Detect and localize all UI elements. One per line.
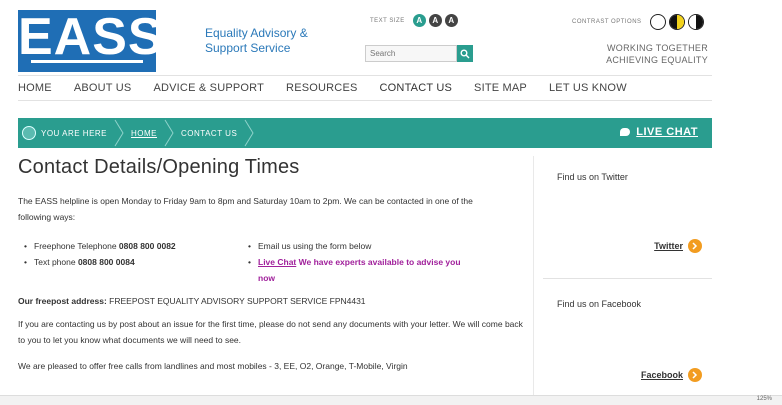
twitter-link-label: Twitter bbox=[654, 241, 683, 251]
live-chat-button[interactable]: LIVE CHAT bbox=[620, 126, 698, 138]
tagline-line1: WORKING TOGETHER bbox=[607, 43, 708, 53]
text-size-controls: TEXT SIZE A A A bbox=[370, 14, 458, 27]
org-name: Equality Advisory & Support Service bbox=[205, 26, 308, 55]
chat-bubble-icon bbox=[620, 128, 631, 136]
freepost-label: Our freepost address: bbox=[18, 296, 107, 306]
twitter-title: Find us on Twitter bbox=[557, 172, 628, 182]
breadcrumb-home-link[interactable]: HOME bbox=[131, 129, 157, 138]
nav-about-us[interactable]: ABOUT US bbox=[74, 82, 132, 94]
nav-site-map[interactable]: SITE MAP bbox=[474, 82, 527, 94]
facebook-link-label: Facebook bbox=[640, 370, 683, 380]
textphone-label: Text phone bbox=[34, 257, 78, 267]
arrow-right-icon bbox=[688, 368, 702, 382]
phone-label: Freephone Telephone bbox=[34, 241, 119, 251]
contrast-label: CONTRAST OPTIONS bbox=[572, 19, 642, 25]
contact-column-phone: Freephone Telephone 0808 800 0082 Text p… bbox=[24, 238, 248, 286]
contrast-dark-button[interactable] bbox=[687, 14, 704, 30]
main-nav: HOME ABOUT US ADVICE & SUPPORT RESOURCES… bbox=[18, 75, 712, 101]
breadcrumb-current: CONTACT US bbox=[181, 128, 238, 138]
text-size-label: TEXT SIZE bbox=[370, 17, 405, 24]
contrast-yellow-button[interactable] bbox=[668, 14, 685, 30]
facebook-link[interactable]: Facebook bbox=[641, 368, 702, 382]
search-box bbox=[365, 45, 473, 62]
chevron-right-icon bbox=[114, 119, 124, 147]
logo-underline bbox=[31, 60, 143, 63]
list-item: Freephone Telephone 0808 800 0082 bbox=[24, 238, 248, 254]
zoom-level[interactable]: 125% bbox=[757, 396, 772, 402]
status-bar: 125% bbox=[0, 395, 782, 405]
list-item: Live Chat We have experts available to a… bbox=[248, 254, 472, 286]
nav-home[interactable]: HOME bbox=[18, 82, 52, 94]
arrow-right-icon bbox=[688, 239, 702, 253]
freephone-number: 0808 800 0082 bbox=[118, 241, 176, 251]
search-icon bbox=[460, 49, 470, 58]
breadcrumb: YOU ARE HERE HOME CONTACT US LIVE CHAT bbox=[18, 118, 712, 148]
contact-methods: Freephone Telephone 0808 800 0082 Text p… bbox=[24, 238, 533, 286]
logo-text: EASS bbox=[18, 8, 164, 66]
nav-let-us-know[interactable]: LET US KNOW bbox=[549, 82, 627, 94]
nav-advice-support[interactable]: ADVICE & SUPPORT bbox=[153, 82, 264, 94]
freepost-value: FREEPOST EQUALITY ADVISORY SUPPORT SERVI… bbox=[106, 296, 366, 306]
facebook-block: Find us on Facebook Facebook bbox=[543, 279, 712, 396]
list-item: Text phone 0808 800 0084 bbox=[24, 254, 248, 270]
contrast-default-button[interactable] bbox=[649, 14, 666, 30]
twitter-link[interactable]: Twitter bbox=[654, 239, 702, 253]
facebook-title: Find us on Facebook bbox=[557, 299, 642, 309]
post-instructions: If you are contacting us by post about a… bbox=[18, 319, 523, 345]
contrast-controls: CONTRAST OPTIONS bbox=[572, 14, 704, 30]
tagline: WORKING TOGETHER ACHIEVING EQUALITY bbox=[560, 42, 708, 66]
list-item: Email us using the form below bbox=[248, 238, 472, 254]
nav-contact-us[interactable]: CONTACT US bbox=[380, 82, 453, 94]
live-chat-label: LIVE CHAT bbox=[636, 126, 698, 138]
intro-text: The EASS helpline is open Monday to Frid… bbox=[18, 196, 473, 222]
live-chat-link[interactable]: Live Chat bbox=[258, 257, 296, 267]
sidebar-divider bbox=[533, 156, 534, 396]
tagline-line2: ACHIEVING EQUALITY bbox=[606, 55, 708, 65]
breadcrumb-label: YOU ARE HERE bbox=[41, 128, 108, 138]
sidebar: Find us on Twitter Twitter Find us on Fa… bbox=[543, 156, 712, 396]
page-title: Contact Details/Opening Times bbox=[18, 156, 300, 178]
search-input[interactable] bbox=[365, 45, 457, 62]
contact-column-online: Email us using the form below Live Chat … bbox=[248, 238, 472, 286]
nav-resources[interactable]: RESOURCES bbox=[286, 82, 357, 94]
twitter-block: Find us on Twitter Twitter bbox=[543, 156, 712, 279]
textphone-number: 0808 800 0084 bbox=[77, 257, 135, 267]
chevron-right-icon bbox=[244, 119, 254, 147]
chevron-right-icon bbox=[164, 119, 174, 147]
free-calls-text: We are pleased to offer free calls from … bbox=[18, 361, 408, 371]
search-button[interactable] bbox=[457, 45, 473, 62]
site-header: EASS Equality Advisory & Support Service… bbox=[0, 0, 782, 72]
text-size-small-button[interactable]: A bbox=[412, 14, 426, 27]
text-size-large-button[interactable]: A bbox=[444, 14, 458, 27]
freepost-address: Our freepost address: FREEPOST EQUALITY … bbox=[18, 296, 533, 306]
location-icon bbox=[22, 126, 36, 140]
text-size-medium-button[interactable]: A bbox=[428, 14, 442, 27]
main-content: Contact Details/Opening Times The EASS h… bbox=[18, 156, 533, 374]
